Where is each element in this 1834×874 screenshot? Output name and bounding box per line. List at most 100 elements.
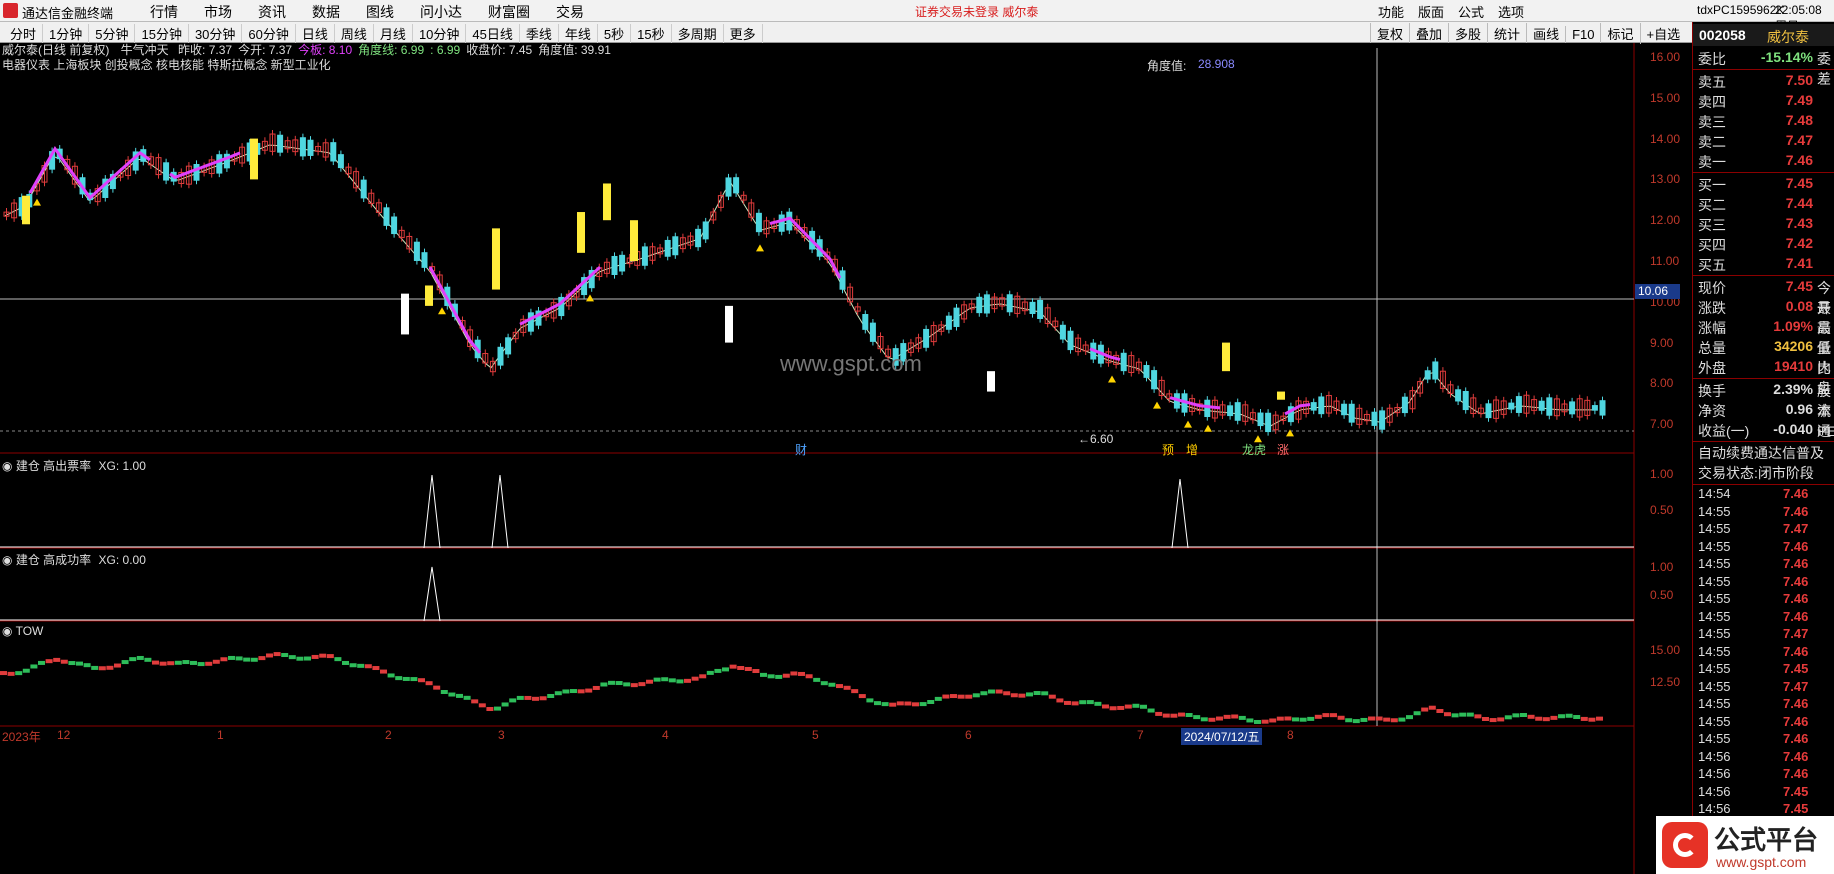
- tow-bar: [129, 657, 137, 662]
- tow-bar: [357, 663, 365, 668]
- period-tab[interactable]: 15秒: [631, 24, 672, 43]
- tool-button[interactable]: 标记: [1600, 23, 1639, 44]
- tow-bar: [182, 660, 190, 665]
- tow-bar: [0, 671, 7, 676]
- divider: [1693, 69, 1834, 70]
- tick-price: 7.46: [1783, 573, 1809, 589]
- right-menu-item[interactable]: 功能: [1378, 2, 1404, 21]
- tick-price: 7.46: [1783, 486, 1809, 501]
- quote-value: 7.43: [1785, 215, 1813, 231]
- candle-body: [1485, 403, 1492, 419]
- tow-bar: [988, 689, 995, 694]
- buy-triangle: [438, 307, 446, 315]
- candle-body: [1310, 402, 1317, 411]
- tow-bar: [1527, 714, 1535, 719]
- status-notice: 交易状态:闭市阶段: [1698, 465, 1814, 481]
- sub1-title: ◉ 建仓 高出票率 XG: 1.00: [2, 457, 146, 474]
- menu-item[interactable]: 数据: [312, 2, 340, 22]
- tow-bar: [1322, 713, 1330, 718]
- candle-body: [869, 322, 876, 342]
- tow-bar: [623, 682, 631, 687]
- tow-bar: [1292, 717, 1299, 722]
- candle-body: [337, 154, 344, 169]
- tow-bar: [661, 677, 669, 682]
- divider: [1693, 441, 1834, 442]
- candle-body: [1599, 400, 1606, 416]
- chart-canvas[interactable]: [0, 43, 1692, 874]
- tow-bar: [653, 677, 661, 682]
- tool-button[interactable]: 多股: [1448, 23, 1487, 44]
- tool-button[interactable]: F10: [1565, 26, 1600, 43]
- y-tick: 15.00: [1650, 90, 1681, 105]
- tool-button[interactable]: 画线: [1526, 23, 1565, 44]
- event-marker[interactable]: 预: [1162, 441, 1174, 458]
- candle-body: [1059, 324, 1066, 340]
- tow-bar: [1033, 691, 1041, 696]
- tow-bar: [1314, 714, 1322, 719]
- menu-item[interactable]: 问小达: [420, 2, 462, 22]
- x-tick: 8: [1287, 728, 1294, 742]
- tick-time: 14:55: [1698, 556, 1731, 571]
- main-menu: 行情 市场 资讯 数据 图线 问小达 财富圈 交易: [150, 2, 610, 20]
- tow-bar: [1086, 700, 1094, 705]
- tick-price: 7.47: [1783, 678, 1809, 694]
- tow-bar: [1200, 717, 1208, 722]
- y-tick: 15.00: [1650, 643, 1681, 657]
- tow-bar: [858, 694, 866, 699]
- login-notice[interactable]: 证券交易未登录 威尔泰: [915, 3, 1038, 20]
- site-watermark: www.gspt.com: [780, 351, 922, 376]
- candle-body: [277, 134, 284, 153]
- signal-spike: [491, 474, 509, 549]
- sub2-name: 建仓 高成功率: [15, 553, 92, 567]
- tool-button[interactable]: 统计: [1487, 23, 1526, 44]
- chart-area[interactable]: 威尔泰(日线 前复权) 牛气冲天 昨收: 7.37 今开: 7.37 今板: 8.1…: [0, 43, 1680, 874]
- tool-button[interactable]: +自选: [1639, 23, 1687, 44]
- quote-label: 收益(一): [1698, 423, 1750, 439]
- menu-item[interactable]: 市场: [204, 2, 232, 22]
- brand-url: www.gspt.com: [1716, 854, 1807, 870]
- right-menu-item[interactable]: 选项: [1498, 2, 1524, 21]
- tow-bar: [790, 671, 798, 676]
- tow-bar: [509, 698, 517, 703]
- tow-bar: [1360, 717, 1368, 722]
- menu-item[interactable]: 交易: [556, 2, 584, 22]
- tick-row: 14:55 7.46: [1693, 556, 1834, 574]
- tow-bar: [372, 666, 380, 671]
- quote-label: 卖三: [1698, 114, 1726, 130]
- quote-label: 卖四: [1698, 94, 1726, 110]
- menu-item[interactable]: 财富圈: [488, 2, 530, 22]
- tow-bar: [296, 656, 304, 661]
- event-marker[interactable]: 财: [795, 441, 807, 458]
- tick-row: 14:55 7.46: [1693, 591, 1834, 609]
- tow-bar: [1489, 718, 1497, 723]
- event-marker[interactable]: 龙虎: [1242, 441, 1266, 458]
- tow-bar: [281, 653, 289, 658]
- right-menu-item[interactable]: 公式: [1458, 2, 1484, 21]
- candle-body: [1029, 301, 1036, 314]
- candle-body: [505, 337, 512, 355]
- candle-body: [1371, 411, 1378, 426]
- signal-spike: [423, 566, 441, 622]
- tick-row: 14:55 7.46: [1693, 644, 1834, 662]
- quote-row: 换手 2.39% 股本: [1693, 380, 1834, 419]
- right-menu-item[interactable]: 版面: [1418, 2, 1444, 21]
- menu-item[interactable]: 行情: [150, 2, 178, 22]
- x-tick: 12: [57, 728, 71, 742]
- quote-value: 7.42: [1785, 235, 1813, 251]
- period-tab[interactable]: 更多: [724, 24, 763, 43]
- divider: [1693, 484, 1834, 485]
- tick-time: 14:55: [1698, 521, 1731, 536]
- tool-button[interactable]: 叠加: [1409, 23, 1448, 44]
- period-tab[interactable]: 多周期: [672, 24, 724, 43]
- tool-button[interactable]: 复权: [1370, 23, 1409, 44]
- y-tick: 9.00: [1650, 335, 1674, 350]
- event-marker[interactable]: 涨: [1277, 441, 1289, 458]
- menu-item[interactable]: 资讯: [258, 2, 286, 22]
- tow-bar: [1238, 715, 1246, 720]
- quote-value: 1.09%: [1773, 318, 1813, 334]
- tow-bar: [83, 663, 91, 668]
- tow-bar: [7, 671, 15, 676]
- menu-item[interactable]: 图线: [366, 2, 394, 22]
- event-marker[interactable]: 增: [1186, 441, 1198, 458]
- right-menu: 功能 版面 公式 选项: [1378, 2, 1538, 21]
